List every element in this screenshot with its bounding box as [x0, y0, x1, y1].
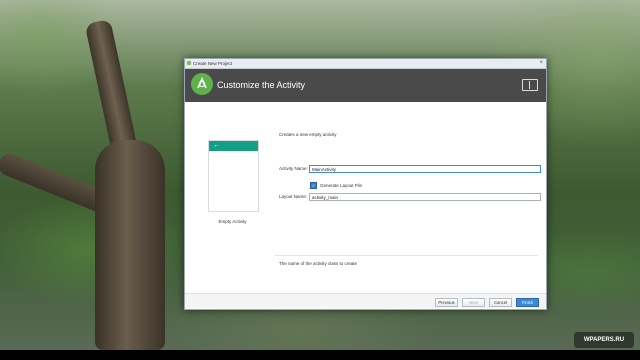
- finish-button[interactable]: Finish: [516, 298, 539, 307]
- activity-name-label: Activity Name:: [279, 166, 308, 171]
- app-icon: [187, 61, 191, 65]
- letterbox-bar: [0, 350, 640, 360]
- preview-app-bar: ←: [209, 141, 258, 151]
- activity-preview: ←: [208, 140, 259, 212]
- dialog-content: ← Empty Activity Creates a new empty act…: [185, 102, 546, 308]
- activity-type-label: Empty Activity: [218, 219, 247, 224]
- dialog-header: Customize the Activity: [185, 69, 546, 102]
- back-arrow-icon: ←: [213, 142, 220, 149]
- activity-name-input[interactable]: [309, 165, 541, 173]
- layout-name-input[interactable]: [309, 193, 541, 201]
- generate-layout-checkbox[interactable]: ✓: [310, 182, 317, 189]
- dialog-footer: Previous Next Cancel Finish: [185, 293, 546, 308]
- next-button[interactable]: Next: [462, 298, 485, 307]
- window-title: Create New Project: [193, 61, 233, 66]
- layout-name-label: Layout Name:: [279, 194, 308, 199]
- divider: [275, 255, 538, 256]
- cancel-button[interactable]: Cancel: [489, 298, 512, 307]
- android-studio-icon: [191, 73, 213, 95]
- create-new-project-dialog: Create New Project × Customize the Activ…: [184, 58, 547, 310]
- previous-button[interactable]: Previous: [435, 298, 458, 307]
- window-titlebar[interactable]: Create New Project ×: [185, 59, 546, 69]
- field-hint: The name of the activity class to create: [279, 261, 358, 266]
- generate-layout-checkbox-row[interactable]: ✓ Generate Layout File: [310, 182, 362, 189]
- page-title: Customize the Activity: [217, 80, 306, 90]
- close-icon[interactable]: ×: [539, 59, 543, 68]
- watermark-logo: WPAPERS.RU: [574, 332, 634, 348]
- generate-layout-label: Generate Layout File: [320, 183, 363, 188]
- tree-trunk: [95, 140, 165, 350]
- activity-description: Creates a new empty activity: [279, 132, 337, 137]
- device-preview-icon: [522, 79, 538, 91]
